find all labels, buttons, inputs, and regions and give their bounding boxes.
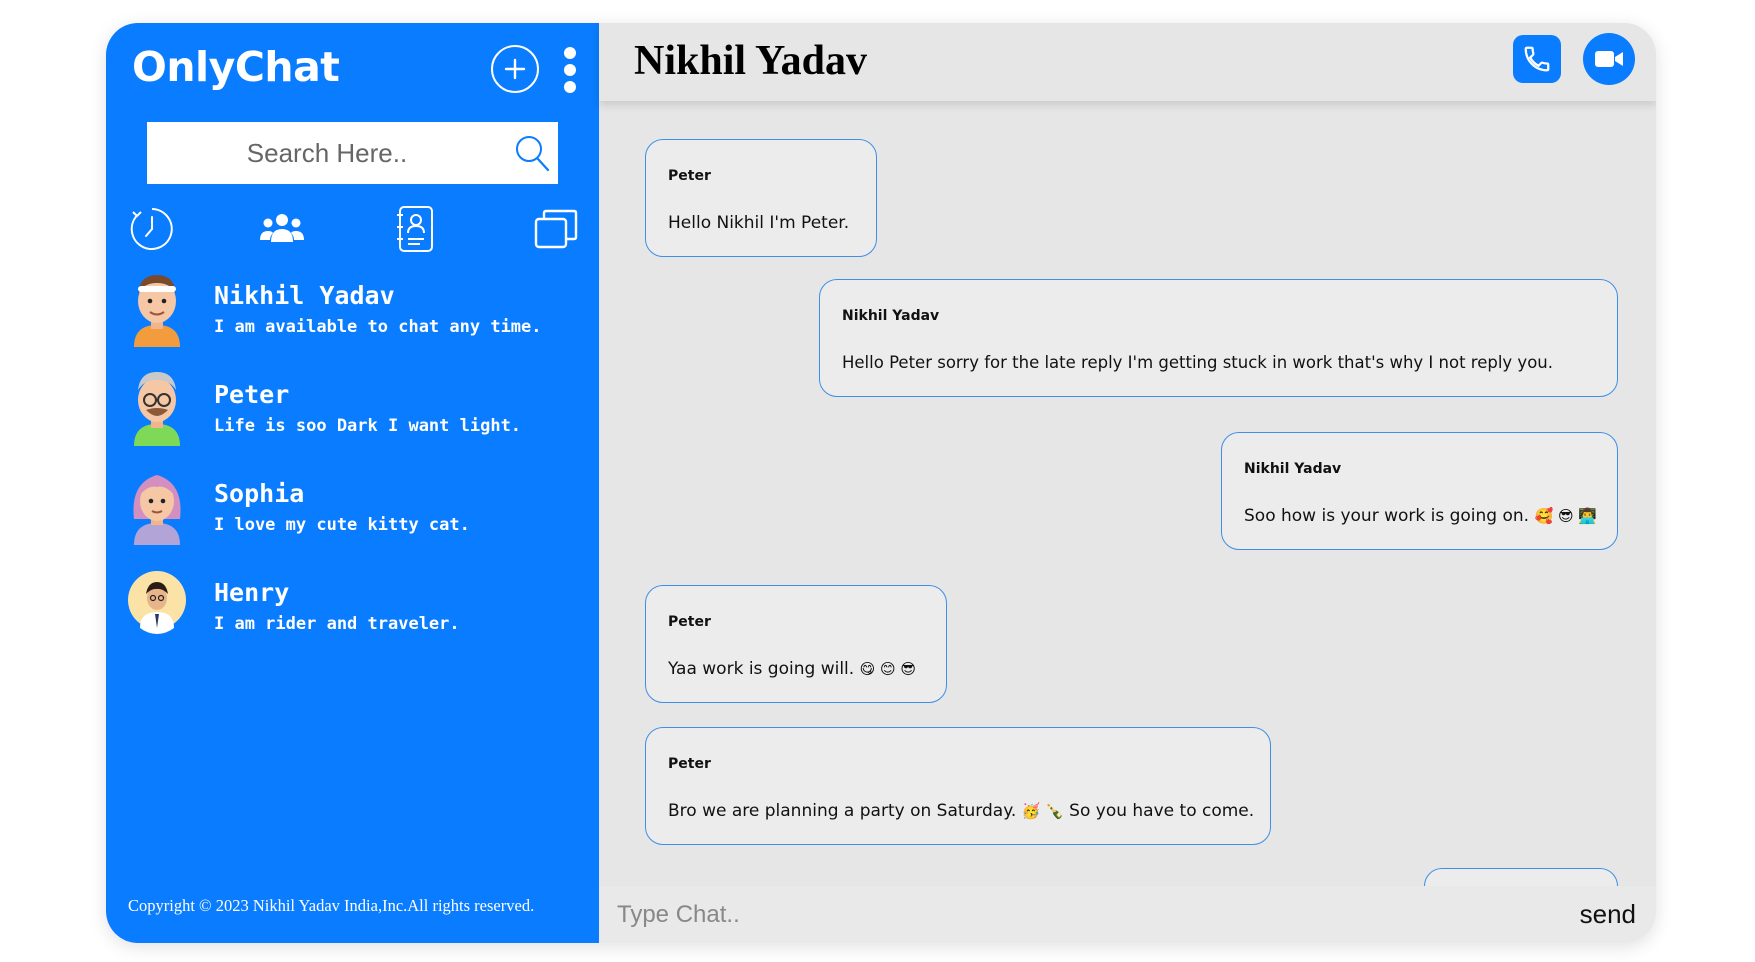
search-box xyxy=(147,122,558,184)
message-bubble: Peter Yaa work is going will. 😋 😊 😎 xyxy=(645,585,947,703)
chat-title: Nikhil Yadav xyxy=(634,38,868,84)
send-button[interactable]: send xyxy=(1580,899,1636,930)
chat-input[interactable] xyxy=(599,886,1580,943)
kebab-dot xyxy=(564,47,576,59)
contact-book-icon xyxy=(397,206,433,252)
message-sender: Peter xyxy=(668,168,711,184)
copy-windows-icon xyxy=(534,209,578,249)
new-chat-button[interactable] xyxy=(491,45,539,93)
contact-name: Peter xyxy=(214,380,290,409)
contact-item[interactable]: Peter Life is soo Dark I want light. xyxy=(106,370,599,469)
message-text-row: Yaa work is going will. 😋 😊 😎 xyxy=(668,659,916,679)
contact-item[interactable]: Henry I am rider and traveler. xyxy=(106,568,599,667)
video-camera-icon xyxy=(1595,51,1623,67)
message-list: Peter Hello Nikhil I'm Peter. Nikhil Yad… xyxy=(599,101,1656,886)
tab-history[interactable] xyxy=(128,205,176,253)
search-icon[interactable] xyxy=(514,134,550,172)
message-sender: Nikhil Yadav xyxy=(1244,461,1342,477)
tab-windows[interactable] xyxy=(532,205,580,253)
contact-status: I love my cute kitty cat. xyxy=(214,515,470,535)
avatar xyxy=(134,372,180,446)
kebab-dot xyxy=(564,81,576,93)
message-text: Yaa work is going will. xyxy=(668,659,855,679)
avatar xyxy=(134,275,180,347)
message-sender: Nikhil Yadav xyxy=(842,308,940,324)
chat-header: Nikhil Yadav xyxy=(599,23,1656,101)
sidebar: OnlyChat Search Here.. Nikhil Yadav I am… xyxy=(106,23,599,943)
message-text: Soo how is your work is going on. xyxy=(1244,506,1530,526)
composer: send xyxy=(599,886,1656,943)
message-sender: Peter xyxy=(668,756,711,772)
chat-app: OnlyChat Search Here.. Nikhil Yadav I am… xyxy=(106,23,1656,943)
contact-list: Nikhil Yadav I am available to chat any … xyxy=(106,271,599,667)
group-icon xyxy=(260,214,304,242)
message-emoji: 🥳 🍾 xyxy=(1021,802,1064,820)
message-bubble-partial xyxy=(1424,868,1618,886)
avatar xyxy=(133,475,181,545)
tab-contacts[interactable] xyxy=(392,205,440,253)
message-bubble: Nikhil Yadav Soo how is your work is goi… xyxy=(1221,432,1618,550)
message-bubble: Peter Bro we are planning a party on Sat… xyxy=(645,727,1271,845)
contact-status: Life is soo Dark I want light. xyxy=(214,416,522,436)
copyright-text: Copyright © 2023 Nikhil Yadav India,Inc.… xyxy=(128,896,535,915)
message-emoji: 🥰 😎 👨‍💻 xyxy=(1534,507,1598,525)
message-text: Bro we are planning a party on Saturday. xyxy=(668,801,1017,821)
more-options-button[interactable] xyxy=(561,45,579,95)
message-bubble: Peter Hello Nikhil I'm Peter. xyxy=(645,139,877,257)
message-bubble: Nikhil Yadav Hello Peter sorry for the l… xyxy=(819,279,1618,397)
video-call-button[interactable] xyxy=(1583,33,1635,85)
phone-icon xyxy=(1524,46,1550,72)
app-brand: OnlyChat xyxy=(132,43,340,91)
voice-call-button[interactable] xyxy=(1513,35,1561,83)
sidebar-tabs xyxy=(128,205,584,255)
contact-item[interactable]: Nikhil Yadav I am available to chat any … xyxy=(106,271,599,370)
avatar xyxy=(128,571,186,634)
contact-status: I am rider and traveler. xyxy=(214,614,460,634)
message-sender: Peter xyxy=(668,614,711,630)
message-text-row: Soo how is your work is going on. 🥰 😎 👨‍… xyxy=(1244,506,1597,526)
contact-name: Sophia xyxy=(214,479,305,508)
contact-name: Nikhil Yadav xyxy=(214,281,395,310)
message-text-continued: So you have to come. xyxy=(1069,801,1255,821)
chat-panel: Nikhil Yadav Peter Hello Nikhil I'm Pete… xyxy=(599,23,1656,943)
message-text: Hello Peter sorry for the late reply I'm… xyxy=(842,353,1553,372)
history-icon xyxy=(130,208,173,250)
message-text-row: Bro we are planning a party on Saturday.… xyxy=(668,801,1254,821)
message-emoji: 😋 😊 😎 xyxy=(859,660,917,678)
tab-groups[interactable] xyxy=(258,205,306,253)
plus-icon xyxy=(504,58,526,80)
kebab-dot xyxy=(564,64,576,76)
contact-name: Henry xyxy=(214,578,290,607)
contact-status: I am available to chat any time. xyxy=(214,317,542,337)
message-text: Hello Nikhil I'm Peter. xyxy=(668,213,850,233)
contact-item[interactable]: Sophia I love my cute kitty cat. xyxy=(106,469,599,568)
search-input[interactable] xyxy=(147,122,487,184)
